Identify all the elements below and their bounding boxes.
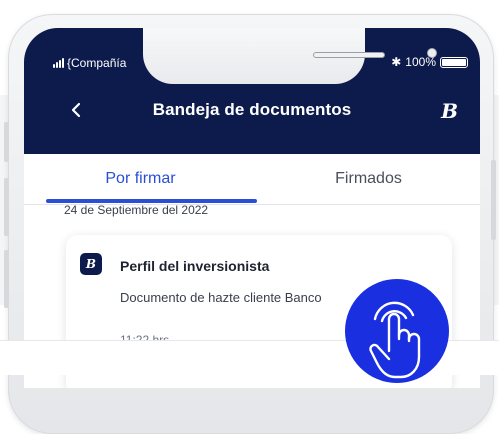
tab-bar: Por firmar Firmados [24,154,480,205]
phone-volume-up-button [4,178,9,236]
bluetooth-icon: ✱ [391,55,402,69]
tab-por-firmar[interactable]: Por firmar [24,154,257,204]
tab-firmados[interactable]: Firmados [257,154,480,204]
phone-power-button [491,160,496,240]
front-camera [427,48,437,58]
battery-icon [440,56,468,68]
signal-icon [53,58,64,68]
status-bar-left: {Compañía [53,56,126,70]
speaker-grille [313,52,385,58]
phone-side-button [4,122,9,162]
page-title: Bandeja de documentos [152,100,352,119]
navigation-bar: Bandeja de documentos B [24,88,480,132]
document-title: Perfil del inversionista [120,258,270,274]
section-date: 24 de Septiembre del 2022 [64,203,209,217]
document-bank-logo: B [80,253,102,275]
tap-hand-badge[interactable] [345,279,449,383]
carrier-label: {Compañía [67,56,127,70]
tap-hand-icon [369,301,421,379]
chevron-left-icon[interactable] [68,102,84,118]
phone-volume-down-button [4,250,9,308]
phone-notch [143,28,437,84]
brand-logo: B [441,99,458,123]
